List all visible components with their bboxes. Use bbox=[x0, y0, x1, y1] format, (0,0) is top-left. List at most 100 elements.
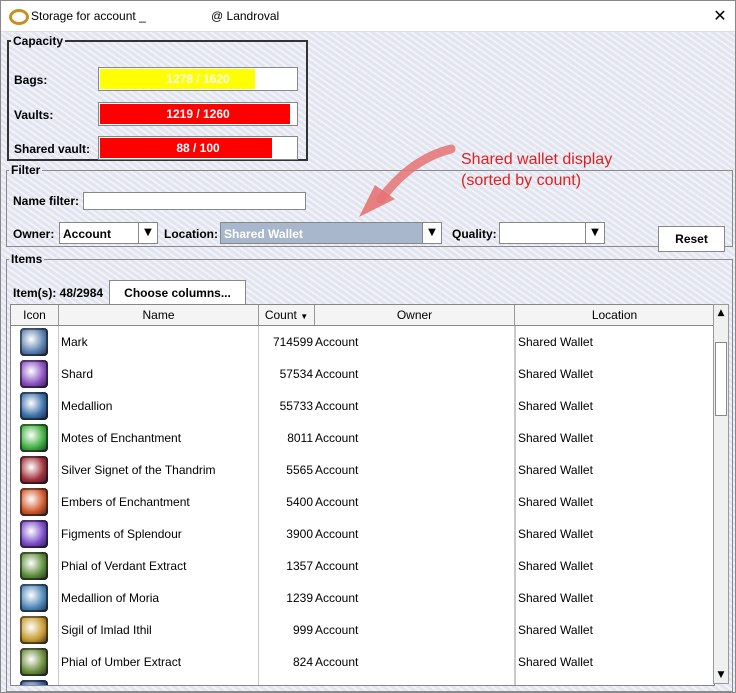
annotation-line-2: (sorted by count) bbox=[461, 172, 582, 189]
item-count-value: 824 bbox=[292, 655, 313, 669]
item-location bbox=[515, 678, 714, 685]
shared-vault-bar-text: 88 / 100 bbox=[176, 141, 220, 155]
sort-desc-icon: ▼ bbox=[300, 312, 309, 321]
table-row[interactable]: Silver Signet of the Thandrim 5565 Account… bbox=[11, 454, 714, 487]
item-count-value: 1357 bbox=[286, 559, 313, 573]
column-owner[interactable]: Owner bbox=[315, 305, 515, 325]
medallion-icon bbox=[20, 392, 48, 420]
table-row[interactable]: Sigil of Imlad Ithil 999 Account Shared Wal… bbox=[11, 614, 714, 647]
table-header: Icon Name Count ▼ Owner Location bbox=[11, 305, 714, 326]
embers-icon bbox=[20, 488, 48, 516]
column-name[interactable]: Name bbox=[59, 305, 259, 325]
annotation-text: Shared wallet display (sorted by count) bbox=[461, 149, 612, 191]
owner-select-value: Account bbox=[63, 227, 111, 241]
icon-cell bbox=[11, 550, 59, 582]
bags-label: Bags: bbox=[14, 73, 48, 87]
item-owner: Account bbox=[315, 582, 515, 614]
motes-icon bbox=[20, 424, 48, 452]
table-row[interactable]: Embers of Enchantment 5400 Account Shared W… bbox=[11, 486, 714, 519]
reset-button[interactable]: Reset bbox=[658, 226, 725, 252]
table-row[interactable]: Phial of Umber Extract 824 Account Shared W… bbox=[11, 646, 714, 679]
storage-window: Storage for account _ @ Landroval ✕ Capa… bbox=[0, 0, 736, 693]
item-location: Shared Wallet bbox=[515, 518, 714, 550]
item-name: Embers of Enchantment bbox=[59, 486, 259, 518]
bags-bar-text: 1278 / 1620 bbox=[166, 72, 230, 86]
item-location: Shared Wallet bbox=[515, 614, 714, 646]
item-location: Shared Wallet bbox=[515, 582, 714, 614]
table-row[interactable]: Shard 57534 Account Shared Wallet bbox=[11, 358, 714, 391]
item-name: Phial of Umber Extract bbox=[59, 646, 259, 678]
annotation-line-1: Shared wallet display bbox=[461, 151, 613, 168]
column-location[interactable]: Location bbox=[515, 305, 714, 325]
item-count-value: 714599 bbox=[272, 335, 313, 349]
icon-cell bbox=[11, 678, 59, 685]
item-owner: Account bbox=[315, 646, 515, 678]
capacity-group: Capacity Bags: 1278 / 1620 Vaults: 1219 … bbox=[7, 34, 308, 161]
icon-cell bbox=[11, 582, 59, 614]
item-name: Silver Signet of the Thandrim bbox=[59, 454, 259, 486]
icon-cell bbox=[11, 646, 59, 678]
item-location: Shared Wallet bbox=[515, 486, 714, 518]
scroll-down-icon[interactable]: ▼ bbox=[714, 667, 728, 683]
item-name bbox=[59, 678, 259, 685]
item-count-value: 8011 bbox=[287, 431, 313, 445]
item-location: Shared Wallet bbox=[515, 646, 714, 678]
item-owner: Account bbox=[315, 486, 515, 518]
figments-icon bbox=[20, 520, 48, 548]
table-row[interactable]: Phial of Verdant Extract 1357 Account Share… bbox=[11, 550, 714, 583]
vaults-label: Vaults: bbox=[14, 108, 54, 122]
scroll-up-icon[interactable]: ▲ bbox=[714, 305, 728, 321]
location-select-value: Shared Wallet bbox=[224, 227, 303, 241]
item-owner: Account bbox=[315, 422, 515, 454]
table-row[interactable]: Mark 714599 Account Shared Wallet bbox=[11, 326, 714, 359]
quality-label: Quality: bbox=[452, 227, 497, 241]
column-count[interactable]: Count ▼ bbox=[259, 305, 315, 325]
item-name: Motes of Enchantment bbox=[59, 422, 259, 454]
item-count-value: 3900 bbox=[286, 527, 313, 541]
table-row[interactable] bbox=[11, 678, 714, 685]
item-count-value bbox=[259, 678, 315, 685]
mark-icon bbox=[20, 328, 48, 356]
item-owner: Account bbox=[315, 326, 515, 358]
item-name: Medallion bbox=[59, 390, 259, 422]
phial-verdant-icon bbox=[20, 552, 48, 580]
table-row[interactable]: Motes of Enchantment 8011 Account Shared Wa… bbox=[11, 422, 714, 455]
table-scrollbar[interactable]: ▲ ▼ bbox=[713, 304, 729, 684]
item-location: Shared Wallet bbox=[515, 390, 714, 422]
scroll-thumb[interactable] bbox=[715, 342, 727, 416]
icon-cell bbox=[11, 422, 59, 454]
item-name: Sigil of Imlad Ithil bbox=[59, 614, 259, 646]
item-owner: Account bbox=[315, 550, 515, 582]
chevron-down-icon[interactable]: ▼ bbox=[585, 223, 604, 243]
icon-cell bbox=[11, 454, 59, 486]
item-count: Item(s): 48/2984 bbox=[13, 286, 104, 300]
shared-vault-label: Shared vault: bbox=[14, 142, 91, 156]
icon-cell bbox=[11, 486, 59, 518]
table-row[interactable]: Medallion of Moria 1239 Account Shared Wall… bbox=[11, 582, 714, 615]
item-location: Shared Wallet bbox=[515, 358, 714, 390]
phial-umber-icon bbox=[20, 648, 48, 676]
table-row[interactable]: Figments of Splendour 3900 Account Shared W… bbox=[11, 518, 714, 551]
owner-select[interactable]: Account ▼ bbox=[59, 222, 158, 244]
quality-select[interactable]: ▼ bbox=[499, 222, 605, 244]
item-count-value: 1239 bbox=[286, 591, 313, 605]
choose-columns-button[interactable]: Choose columns... bbox=[109, 280, 246, 306]
next-item-icon bbox=[20, 680, 48, 685]
shared-vault-bar: 88 / 100 bbox=[98, 136, 298, 160]
item-location: Shared Wallet bbox=[515, 422, 714, 454]
window-title-server: @ Landroval bbox=[211, 9, 280, 23]
vaults-bar: 1219 / 1260 bbox=[98, 102, 298, 126]
ring-icon bbox=[9, 9, 29, 25]
chevron-down-icon[interactable]: ▼ bbox=[138, 223, 157, 243]
item-location: Shared Wallet bbox=[515, 326, 714, 358]
column-icon[interactable]: Icon bbox=[11, 305, 59, 325]
close-button[interactable]: ✕ bbox=[709, 5, 731, 27]
icon-cell bbox=[11, 358, 59, 390]
bags-bar: 1278 / 1620 bbox=[98, 67, 298, 91]
icon-cell bbox=[11, 390, 59, 422]
filter-legend: Filter bbox=[11, 163, 41, 177]
item-name: Figments of Splendour bbox=[59, 518, 259, 550]
name-filter-input[interactable] bbox=[83, 192, 306, 210]
table-row[interactable]: Medallion 55733 Account Shared Wallet bbox=[11, 390, 714, 423]
title-bar: Storage for account _ @ Landroval ✕ bbox=[1, 1, 735, 32]
